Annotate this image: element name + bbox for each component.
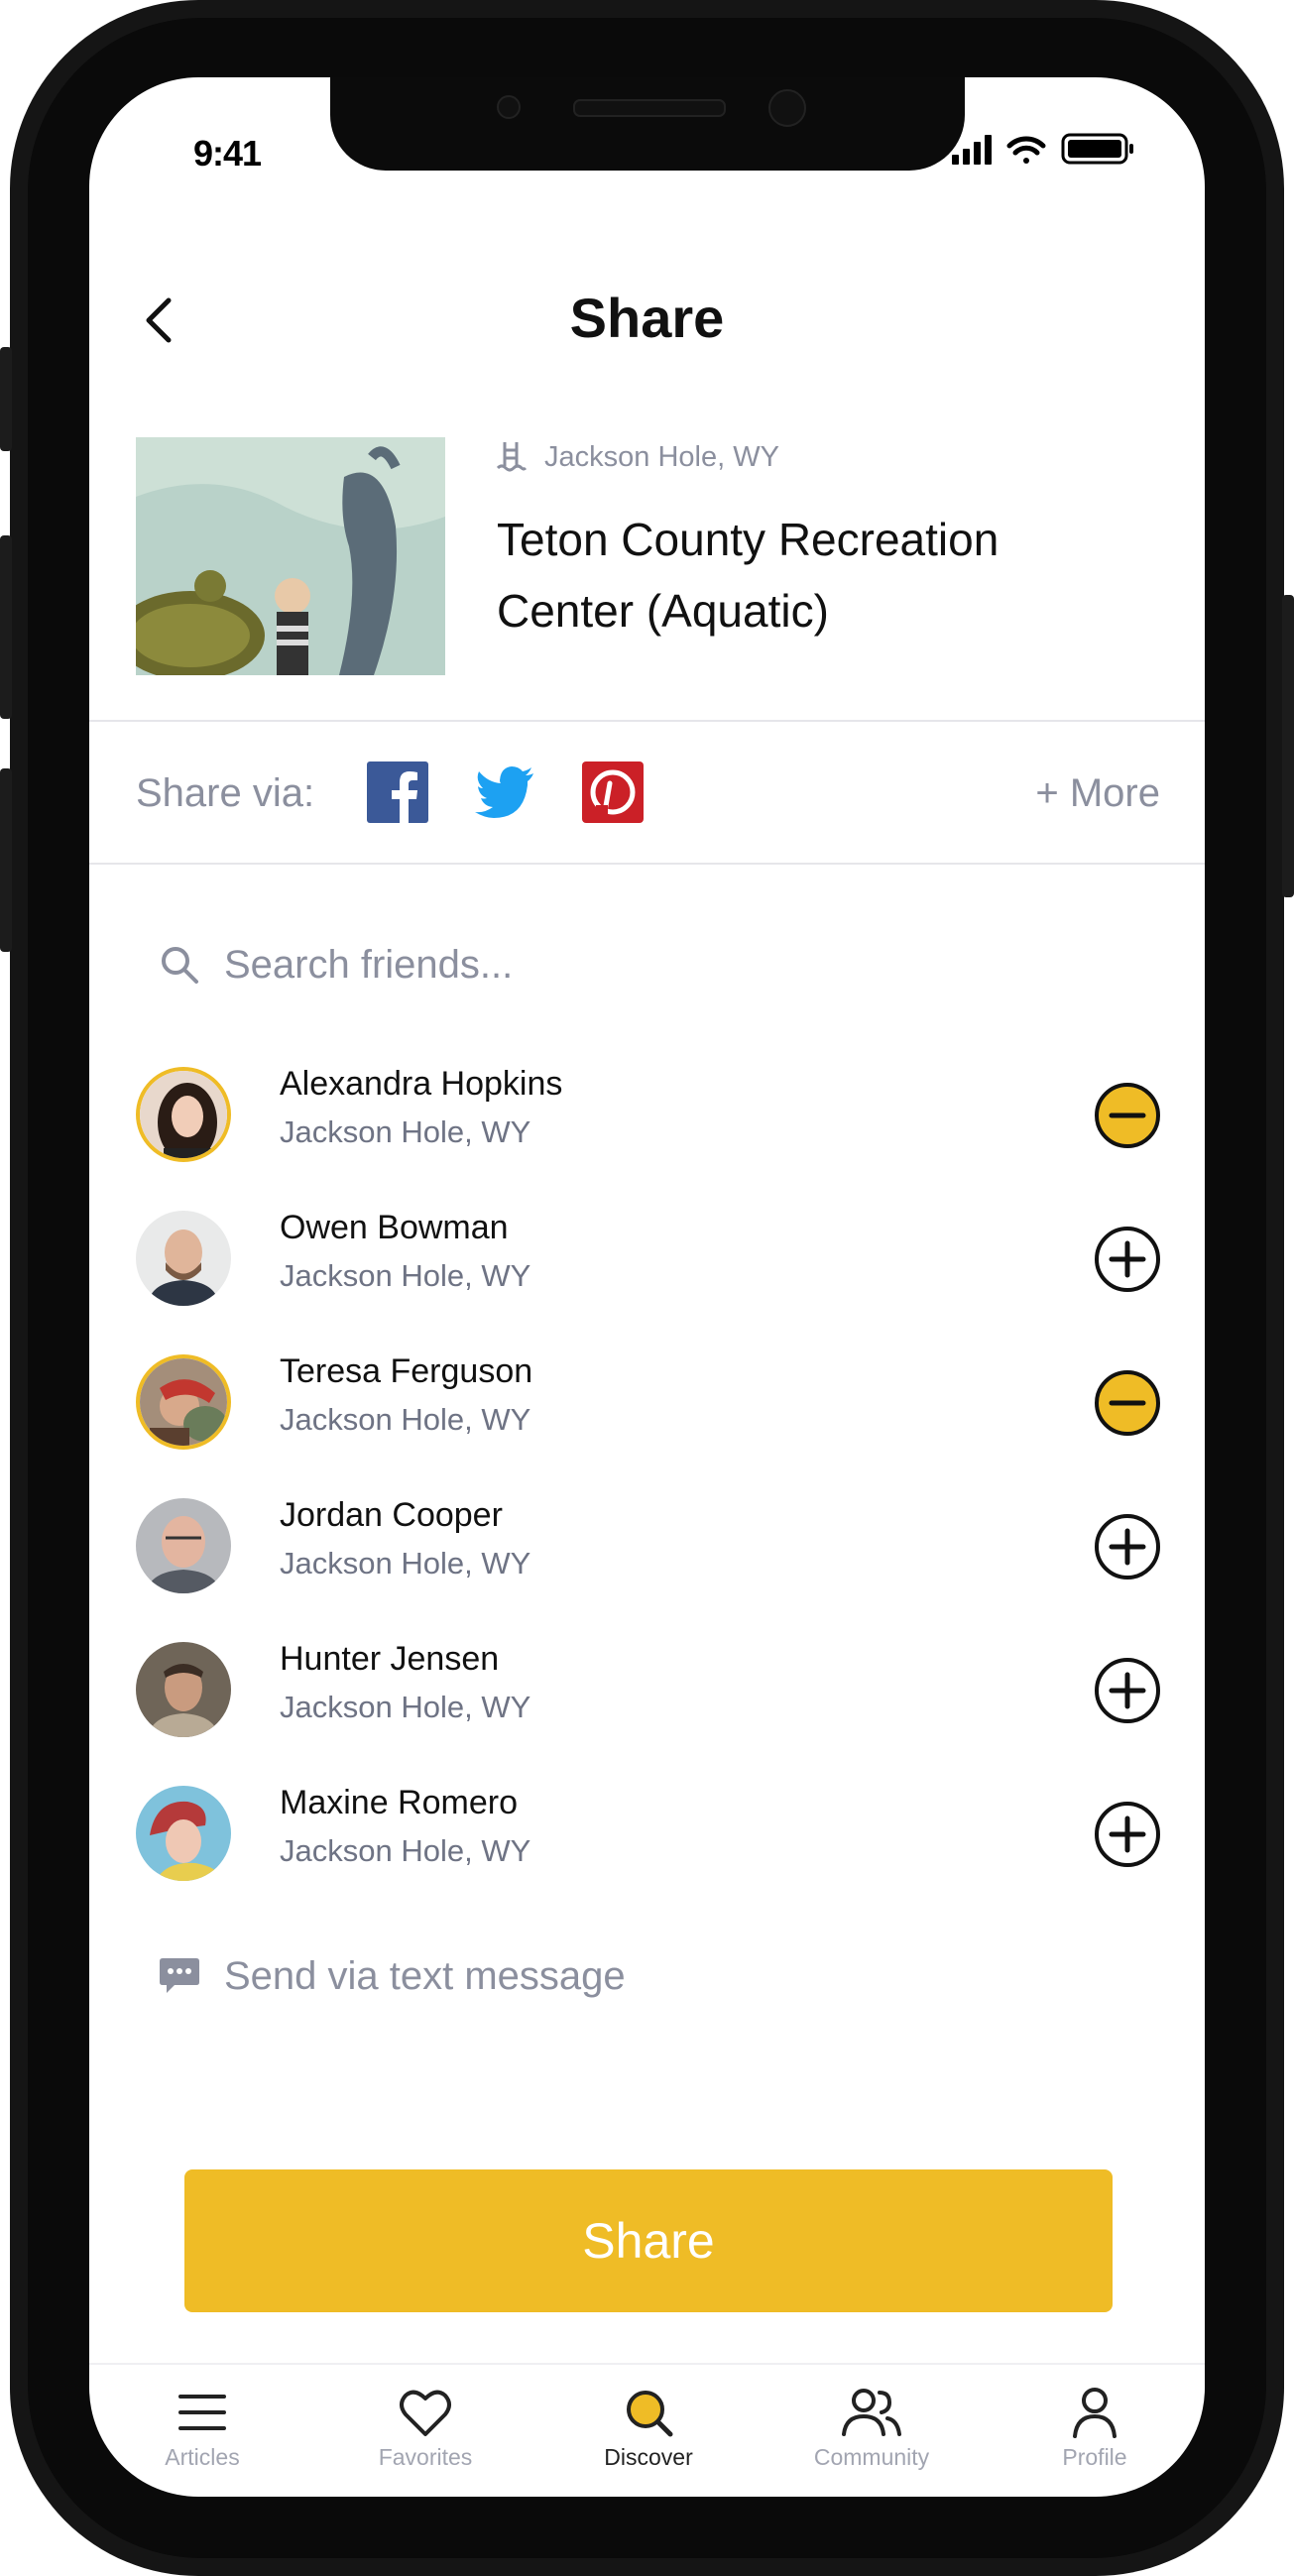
friend-row[interactable]: Teresa Ferguson Jackson Hole, WY [136, 1348, 1167, 1458]
avatar [136, 1642, 231, 1737]
tab-label: Profile [1062, 2444, 1127, 2470]
camera-icon [768, 89, 806, 127]
share-via-label: Share via: [136, 771, 315, 815]
power-button [1282, 595, 1294, 897]
heart-icon [400, 2390, 451, 2436]
more-share-button[interactable]: + More [1035, 771, 1160, 816]
send-text-message-label: Send via text message [224, 1953, 626, 1998]
tab-label: Articles [165, 2444, 240, 2470]
pool-icon [497, 442, 527, 472]
friend-name: Alexandra Hopkins [280, 1065, 563, 1103]
facebook-share-button[interactable] [367, 761, 428, 823]
place-photo [136, 437, 445, 675]
signal-icon [952, 135, 992, 165]
friend-name: Jordan Cooper [280, 1496, 503, 1534]
remove-friend-button[interactable] [1093, 1368, 1162, 1438]
add-friend-button[interactable] [1093, 1656, 1162, 1725]
plus-circle-icon [1095, 1514, 1160, 1580]
friend-row[interactable]: Alexandra Hopkins Jackson Hole, WY [136, 1061, 1167, 1170]
volume-down-button [0, 768, 12, 952]
page-title: Share [569, 287, 725, 349]
friend-row[interactable]: Jordan Cooper Jackson Hole, WY [136, 1492, 1167, 1601]
friend-row[interactable]: Hunter Jensen Jackson Hole, WY [136, 1636, 1167, 1745]
speaker-grille [573, 99, 726, 117]
tab-bar: Articles Favorites Discover Community Pr… [89, 2363, 1205, 2497]
facebook-icon [367, 761, 428, 823]
tab-discover[interactable]: Discover [554, 2385, 743, 2471]
pinterest-icon [582, 761, 644, 823]
notch [330, 77, 965, 171]
avatar [136, 1211, 231, 1306]
friend-name: Maxine Romero [280, 1784, 518, 1821]
plus-circle-icon [1095, 1227, 1160, 1292]
tab-label: Favorites [378, 2444, 473, 2470]
friend-name: Hunter Jensen [280, 1640, 500, 1678]
tab-label: Discover [604, 2444, 693, 2470]
add-friend-button[interactable] [1093, 1225, 1162, 1294]
minus-circle-icon [1095, 1370, 1160, 1436]
friend-row[interactable]: Owen Bowman Jackson Hole, WY [136, 1205, 1167, 1314]
mute-switch [0, 347, 12, 451]
app-screen: 9:41 Share Jackson Hole, WY Teton County… [89, 77, 1205, 2497]
tab-articles[interactable]: Articles [108, 2385, 296, 2471]
friend-location: Jackson Hole, WY [280, 1114, 531, 1149]
remove-friend-button[interactable] [1093, 1081, 1162, 1150]
minus-circle-icon [1095, 1083, 1160, 1148]
add-friend-button[interactable] [1093, 1800, 1162, 1869]
share-button[interactable]: Share [184, 2169, 1113, 2312]
search-icon [627, 2391, 673, 2437]
plus-circle-icon [1095, 1802, 1160, 1867]
place-title: Teton County Recreation Center (Aquatic) [497, 514, 1000, 637]
profile-icon [1073, 2388, 1117, 2438]
divider [89, 863, 1205, 865]
friend-location: Jackson Hole, WY [280, 1402, 531, 1437]
avatar [136, 1354, 231, 1450]
tab-community[interactable]: Community [777, 2385, 966, 2471]
status-icons [952, 131, 1160, 167]
plus-circle-icon [1095, 1658, 1160, 1723]
twitter-icon [475, 766, 533, 818]
avatar [136, 1067, 231, 1162]
friend-name: Owen Bowman [280, 1209, 509, 1246]
battery-icon [1061, 133, 1133, 165]
divider [89, 720, 1205, 722]
status-time: 9:41 [193, 133, 262, 174]
search-icon [162, 947, 198, 984]
friend-name: Teresa Ferguson [280, 1352, 533, 1390]
volume-up-button [0, 535, 12, 719]
friend-location: Jackson Hole, WY [280, 1833, 531, 1868]
message-icon [160, 1958, 199, 1993]
pinterest-share-button[interactable] [582, 761, 644, 823]
avatar [136, 1498, 231, 1593]
send-text-message-button[interactable]: Send via text message [159, 1941, 626, 2011]
avatar [136, 1786, 231, 1881]
sensor-icon [497, 95, 521, 119]
community-icon [842, 2389, 901, 2436]
tab-favorites[interactable]: Favorites [331, 2385, 520, 2471]
tab-label: Community [813, 2444, 930, 2470]
menu-icon [178, 2395, 226, 2430]
friend-location: Jackson Hole, WY [280, 1546, 531, 1581]
friend-row[interactable]: Maxine Romero Jackson Hole, WY [136, 1780, 1167, 1889]
wifi-icon [1006, 136, 1046, 164]
add-friend-button[interactable] [1093, 1512, 1162, 1581]
twitter-share-button[interactable] [474, 761, 535, 823]
search-friends-input[interactable]: Search friends... [159, 930, 1051, 999]
place-location-label: Jackson Hole, WY [544, 440, 779, 473]
search-placeholder: Search friends... [224, 942, 514, 987]
tab-profile[interactable]: Profile [1000, 2385, 1189, 2471]
friend-location: Jackson Hole, WY [280, 1690, 531, 1724]
friend-location: Jackson Hole, WY [280, 1258, 531, 1293]
place-location: Jackson Hole, WY [497, 437, 779, 477]
